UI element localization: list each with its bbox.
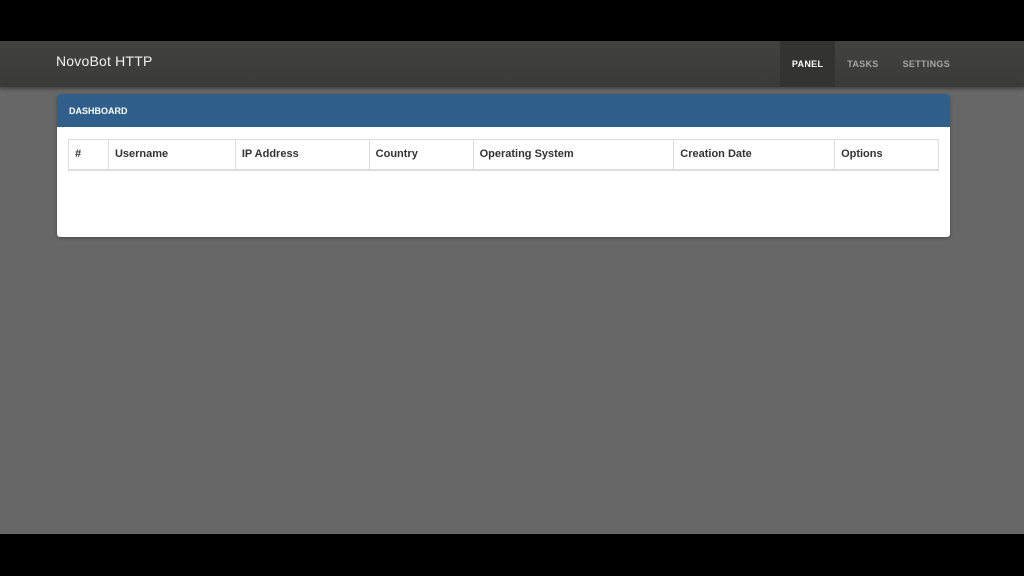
letterbox-bottom (0, 534, 1024, 576)
brand-link[interactable]: NovoBot HTTP (56, 53, 153, 69)
dashboard-card: DASHBOARD # Username IP Address Country … (57, 94, 950, 237)
nav-item-tasks[interactable]: TASKS (835, 41, 890, 87)
top-navbar: NovoBot HTTP PANEL TASKS SETTINGS (0, 41, 1024, 87)
main-nav: PANEL TASKS SETTINGS (779, 41, 962, 87)
column-header-options[interactable]: Options (834, 139, 939, 171)
bots-table: # Username IP Address Country Operating … (68, 139, 939, 171)
bots-table-container: # Username IP Address Country Operating … (68, 139, 939, 171)
nav-item-panel[interactable]: PANEL (779, 41, 836, 87)
column-header-ip-address[interactable]: IP Address (234, 139, 370, 171)
column-header-number[interactable]: # (68, 139, 109, 171)
column-header-country[interactable]: Country (368, 139, 474, 171)
nav-item-settings[interactable]: SETTINGS (891, 41, 962, 87)
column-header-username[interactable]: Username (107, 139, 236, 171)
column-header-operating-system[interactable]: Operating System (472, 139, 675, 171)
table-header-row: # Username IP Address Country Operating … (68, 139, 939, 171)
app-window: NovoBot HTTP PANEL TASKS SETTINGS DASHBO… (0, 41, 1024, 534)
dashboard-card-title: DASHBOARD (57, 94, 950, 127)
column-header-creation-date[interactable]: Creation Date (673, 139, 836, 171)
letterbox-top (0, 0, 1024, 41)
